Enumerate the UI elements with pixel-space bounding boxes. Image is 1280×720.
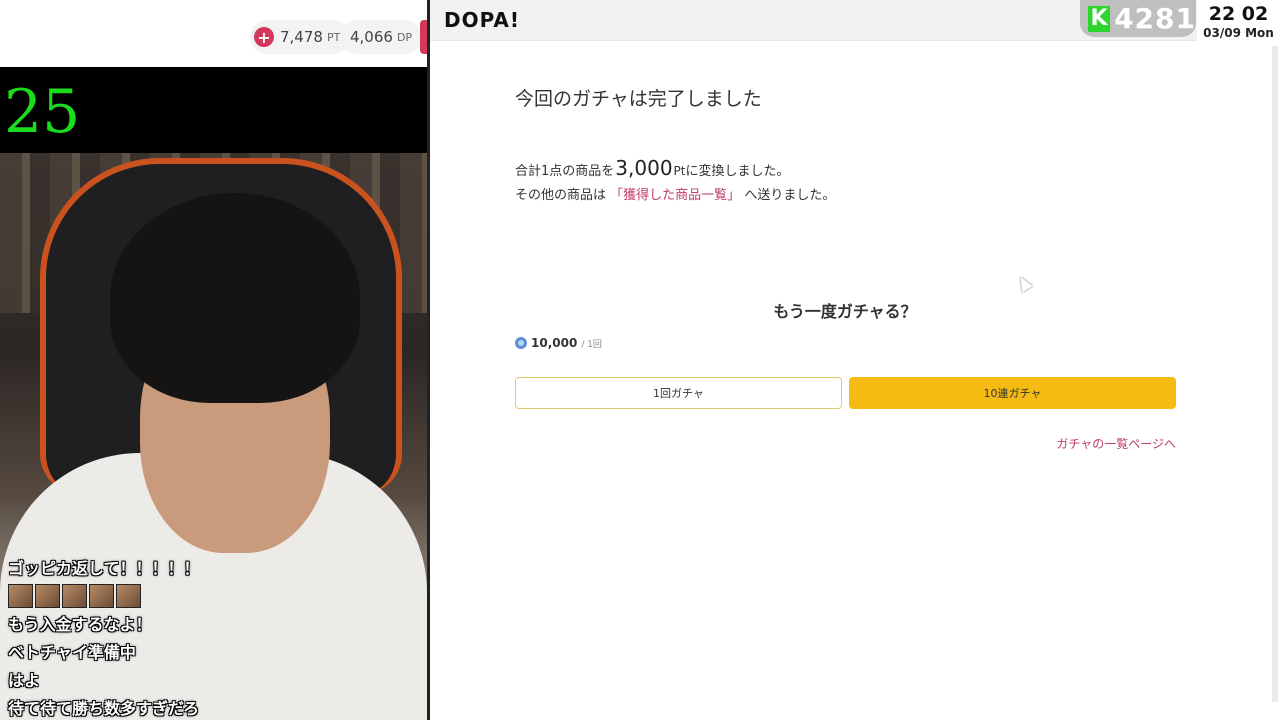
mini-site-header: + 7,478 PT 4,066 DP <box>0 0 427 67</box>
retry-heading: もう一度ガチャる？ <box>773 302 917 321</box>
stamp-icon <box>35 584 60 608</box>
mouse-cursor-icon <box>1015 273 1033 293</box>
site-logo[interactable]: DOPA! <box>444 8 520 32</box>
chat-message: ゴッピカ返して！！！！！ <box>8 559 200 578</box>
gacha-result-page: DOPA! 今回のガチャは完了しました 合計1点の商品を 3,000 Pt に変… <box>430 0 1280 720</box>
streamer-hair <box>110 193 360 403</box>
stream-panel: + 7,478 PT 4,066 DP 25 ゴッピカ返して！！！！！ もう入金… <box>0 0 427 720</box>
chat-message: もう入金するなよ！ <box>8 615 152 634</box>
sent-message: その他の商品は 「獲得した商品一覧」 へ送りました。 <box>515 184 835 203</box>
sent-prefix: その他の商品は <box>515 188 607 203</box>
points-value: 7,478 <box>280 28 323 46</box>
dp-chip: 4,066 DP <box>340 20 423 54</box>
conversion-amount: 3,000 <box>615 156 673 180</box>
clock-date: 03/09 Mon <box>1203 26 1274 40</box>
conversion-message: 合計1点の商品を 3,000 Pt に変換しました。 <box>515 156 790 180</box>
page-title: 今回のガチャは完了しました <box>515 88 762 110</box>
single-gacha-button[interactable]: 1回ガチャ <box>515 377 842 409</box>
viewer-count-badge: K 4281 <box>1080 0 1196 37</box>
sent-suffix: へ送りました。 <box>744 188 836 203</box>
price-per-label: / 1回 <box>581 339 602 350</box>
coin-icon <box>515 337 527 349</box>
dp-unit: DP <box>396 30 413 44</box>
acquired-items-link[interactable]: 「獲得した商品一覧」 <box>610 188 740 203</box>
clock-time: 22 02 <box>1208 3 1269 25</box>
gacha-price: 10,000 / 1回 <box>515 336 602 350</box>
conversion-unit: Pt <box>673 164 686 178</box>
chat-overlay: ゴッピカ返して！！！！！ もう入金するなよ！ ベトチャイ準備中 はよ 待て待て勝… <box>8 555 418 720</box>
k-logo-icon: K <box>1088 5 1111 32</box>
stamp-icon <box>8 584 33 608</box>
clock-widget: 22 02 03/09 Mon <box>1197 0 1280 46</box>
cropped-button-edge <box>420 20 427 54</box>
stamp-icon <box>116 584 141 608</box>
stamp-icon <box>62 584 87 608</box>
points-unit: PT <box>326 30 341 44</box>
gacha-list-link[interactable]: ガチャの一覧ページへ <box>1056 435 1176 452</box>
conversion-suffix: に変換しました。 <box>685 164 790 179</box>
chat-stamp-row <box>8 584 418 608</box>
chat-message: はよ <box>8 671 41 690</box>
stream-counter: 25 <box>4 77 81 147</box>
viewer-count: 4281 <box>1114 2 1196 35</box>
plus-icon[interactable]: + <box>254 27 274 47</box>
dp-value: 4,066 <box>350 28 393 46</box>
price-value: 10,000 <box>531 336 578 350</box>
stamp-icon <box>89 584 114 608</box>
chat-message: 待て待て勝ち数多すぎだろ <box>8 699 200 718</box>
conversion-prefix: 合計1点の商品を <box>515 164 615 179</box>
ten-gacha-button[interactable]: 10連ガチャ <box>849 377 1176 409</box>
chat-message: ベトチャイ準備中 <box>8 643 136 662</box>
page-scrollbar[interactable] <box>1272 42 1278 702</box>
points-chip[interactable]: + 7,478 PT <box>250 20 351 54</box>
